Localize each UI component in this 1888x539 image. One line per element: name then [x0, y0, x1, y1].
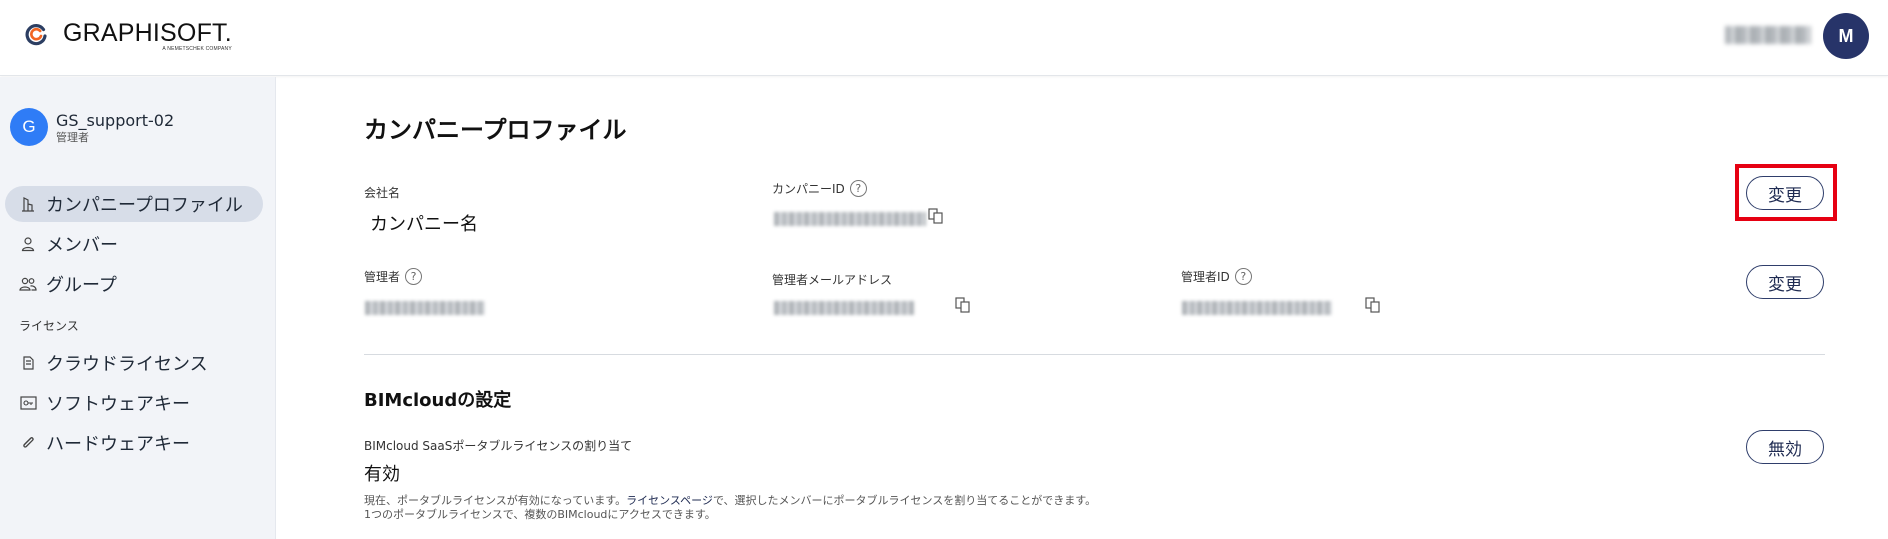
group-icon: [19, 275, 37, 293]
graphisoft-logo-icon: [25, 24, 47, 46]
admin-email-label-text: 管理者メールアドレス: [772, 273, 893, 287]
company-id-redacted: [774, 212, 926, 226]
disable-portable-license-button[interactable]: 無効: [1746, 430, 1824, 464]
portable-license-value: 有効: [364, 464, 400, 485]
help-icon[interactable]: ?: [849, 180, 867, 197]
sidebar-item-hardware-key[interactable]: ハードウェアキー: [5, 425, 263, 461]
admin-id-label-text: 管理者ID: [1181, 270, 1230, 284]
company-name-label-text: 会社名: [364, 186, 401, 200]
key-icon: [19, 394, 37, 412]
section-divider: [364, 354, 1825, 355]
admin-name-redacted: [365, 301, 485, 315]
page-title: カンパニープロファイル: [364, 116, 627, 144]
sidebar-item-cloud-license[interactable]: クラウドライセンス: [5, 345, 263, 381]
user-name-redacted: [1725, 26, 1811, 44]
person-icon: [19, 235, 37, 253]
admin-label: 管理者 ?: [364, 268, 423, 285]
graphisoft-logo[interactable]: GRAPHISOFT. A NEMETSCHEK COMPANY: [24, 20, 232, 52]
portable-license-label-text: BIMcloud SaaSポータブルライセンスの割り当て: [364, 439, 633, 453]
company-name-label: 会社名: [364, 184, 400, 201]
org-name: GS_support-02: [56, 110, 175, 130]
admin-id-redacted: [1182, 301, 1332, 315]
org-role: 管理者: [56, 130, 89, 144]
company-name-value: カンパニー名: [370, 214, 478, 235]
company-id-label-text: カンパニーID: [772, 182, 845, 196]
help-icon[interactable]: ?: [1234, 268, 1252, 285]
sidebar-item-label: ハードウェアキー: [46, 434, 190, 455]
logo-name: GRAPHISOFT.: [63, 19, 232, 47]
change-admin-button[interactable]: 変更: [1746, 265, 1824, 299]
portable-license-label: BIMcloud SaaSポータブルライセンスの割り当て: [364, 437, 632, 454]
sidebar-item-company-profile[interactable]: カンパニープロファイル: [5, 186, 263, 222]
sidebar-item-groups[interactable]: グループ: [5, 266, 263, 302]
sidebar-item-label: メンバー: [46, 235, 118, 256]
building-icon: [19, 195, 37, 213]
copy-icon[interactable]: [927, 207, 945, 225]
sidebar-item-label: ソフトウェアキー: [46, 394, 190, 415]
admin-id-label: 管理者ID ?: [1181, 268, 1252, 285]
paperclip-icon: [19, 434, 37, 452]
sidebar: G GS_support-02 管理者 カンパニープロファイル メンバー グルー…: [0, 77, 276, 539]
user-avatar[interactable]: M: [1823, 13, 1869, 59]
sidebar-item-label: カンパニープロファイル: [46, 195, 243, 216]
admin-label-text: 管理者: [364, 270, 401, 284]
sidebar-item-label: グループ: [46, 275, 117, 296]
sidebar-item-label: クラウドライセンス: [46, 354, 208, 375]
document-icon: [19, 354, 37, 372]
copy-icon[interactable]: [954, 296, 972, 314]
admin-email-redacted: [774, 301, 914, 315]
sidebar-item-software-key[interactable]: ソフトウェアキー: [5, 385, 263, 421]
portable-license-description-line2: 1つのポータブルライセンスで、複数のBIMcloudにアクセスできます。: [364, 508, 716, 521]
bimcloud-section-title: BIMcloudの設定: [364, 390, 512, 411]
organization-info[interactable]: G GS_support-02 管理者: [10, 108, 174, 146]
org-avatar: G: [10, 108, 48, 146]
sidebar-item-members[interactable]: メンバー: [5, 226, 263, 262]
top-header: GRAPHISOFT. A NEMETSCHEK COMPANY M: [0, 0, 1888, 76]
help-icon[interactable]: ?: [405, 268, 423, 285]
copy-icon[interactable]: [1364, 296, 1382, 314]
description-text: で、選択したメンバーにポータブルライセンスを割り当てることができます。: [712, 494, 1097, 507]
admin-email-label: 管理者メールアドレス: [772, 271, 892, 288]
company-id-label: カンパニーID ?: [772, 180, 867, 197]
license-section-heading: ライセンス: [19, 319, 79, 333]
highlight-box: [1735, 164, 1837, 221]
